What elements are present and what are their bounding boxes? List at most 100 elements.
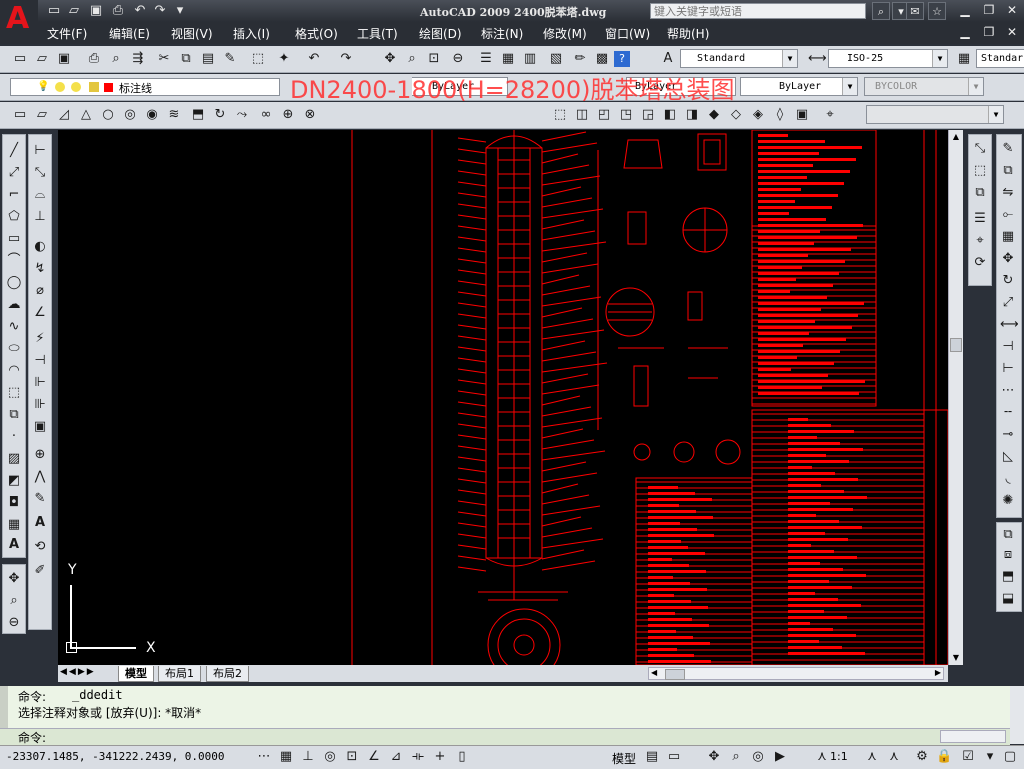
view-iso-icon[interactable]: ◨ [684, 107, 700, 123]
auto-scale-icon[interactable]: ⋏ [886, 749, 902, 765]
zoom-previous-icon[interactable]: ⊖ [450, 51, 466, 67]
region-icon[interactable]: ◘ [6, 495, 22, 511]
inspection-icon[interactable]: ⋀ [32, 469, 48, 485]
annotation-scale-icon[interactable]: ⋏ [814, 749, 830, 765]
properties-icon[interactable]: ☰ [478, 51, 494, 67]
pan-status-icon[interactable]: ✥ [706, 749, 722, 765]
view-sw-icon[interactable]: ◊ [772, 107, 788, 123]
list-icon[interactable]: ☰ [972, 211, 988, 227]
continue-icon[interactable]: ⊩ [32, 375, 48, 391]
tolerance-icon[interactable]: ▣ [32, 419, 48, 435]
open-folder-icon[interactable]: ▱ [66, 3, 82, 19]
undo-icon[interactable]: ↶ [132, 3, 148, 19]
point-icon[interactable]: · [6, 429, 22, 445]
helix-icon[interactable]: ≋ [166, 107, 182, 123]
menu-view[interactable]: 视图(V) [171, 25, 213, 42]
showmotion-icon[interactable]: ▶ [772, 749, 788, 765]
cone-icon[interactable]: △ [78, 107, 94, 123]
close-button[interactable]: ✕ [1001, 2, 1023, 19]
design-center-icon[interactable]: ▦ [500, 51, 516, 67]
bring-to-front-icon[interactable]: ⧉ [1000, 527, 1016, 543]
drawing-canvas[interactable]: Y X [58, 130, 948, 665]
model-space-toggle[interactable]: 模型 [612, 750, 636, 767]
clean-screen-icon[interactable]: ☑ [960, 749, 976, 765]
menu-format[interactable]: 格式(O) [295, 25, 338, 42]
array-icon[interactable]: ▦ [1000, 229, 1016, 245]
text-style-dropdown[interactable]: Standard ▼ [680, 49, 798, 68]
search-input[interactable]: 键入关键字或短语 [650, 3, 866, 19]
paste-icon[interactable]: ▤ [200, 51, 216, 67]
view-nw-icon[interactable]: ◇ [728, 107, 744, 123]
area-icon[interactable]: ⬚ [972, 163, 988, 179]
make-block-icon[interactable]: ⧉ [6, 407, 22, 423]
lineweight-dropdown[interactable]: ByLayer ▼ [740, 77, 858, 96]
minimize-button[interactable]: ▁ [954, 2, 976, 19]
menu-file[interactable]: 文件(F) [47, 25, 87, 42]
rotate-icon[interactable]: ↻ [1000, 273, 1016, 289]
dimension-edit-icon[interactable]: ✎ [32, 491, 48, 507]
fullscreen-icon[interactable]: ▢ [1002, 749, 1018, 765]
new-file-icon[interactable]: ▭ [46, 3, 62, 19]
menu-edit[interactable]: 编辑(E) [109, 25, 150, 42]
union-icon[interactable]: ∞ [258, 107, 274, 123]
locate-point-icon[interactable]: ⌖ [972, 233, 988, 249]
layout-paper-icon[interactable]: ▭ [666, 749, 682, 765]
break-at-point-icon[interactable]: ⋯ [1000, 383, 1016, 399]
steering-wheel-icon[interactable]: ◎ [750, 749, 766, 765]
rectangle-icon[interactable]: ▭ [6, 231, 22, 247]
box-icon[interactable]: ▱ [34, 107, 50, 123]
dynamic-input-icon[interactable]: ⟛ [410, 749, 426, 765]
qnew-icon[interactable]: ▭ [12, 51, 28, 67]
jogged-icon[interactable]: ↯ [32, 261, 48, 277]
revision-cloud-icon[interactable]: ☁ [6, 297, 22, 313]
copy-object-icon[interactable]: ⧉ [1000, 163, 1016, 179]
open-icon[interactable]: ▱ [34, 51, 50, 67]
zoom-realtime-icon[interactable]: ⌕ [404, 51, 420, 67]
lineweight-icon[interactable]: + [432, 749, 448, 765]
doc-close-button[interactable]: ✕ [1001, 24, 1023, 41]
h-scroll-thumb[interactable] [665, 669, 685, 680]
conceptual-icon[interactable]: ◲ [640, 107, 656, 123]
menu-help[interactable]: 帮助(H) [667, 25, 709, 42]
tab-layout1[interactable]: 布局1 [158, 666, 201, 682]
pan-icon[interactable]: ✥ [6, 571, 22, 587]
region-mass-icon[interactable]: ⟳ [972, 255, 988, 271]
annotation-visibility-icon[interactable]: ⋏ [864, 749, 880, 765]
cut-icon[interactable]: ✂ [156, 51, 172, 67]
aligned-dimension-icon[interactable]: ⤡ [32, 165, 48, 181]
circle-icon[interactable]: ◯ [6, 275, 22, 291]
zoom-icon[interactable]: ⌕ [6, 593, 22, 609]
print-icon[interactable]: ⎙ [110, 3, 126, 19]
command-line-input[interactable]: 命令: [0, 728, 1010, 745]
status-tray-menu-icon[interactable]: ▾ [982, 749, 998, 765]
table-style-icon[interactable]: ▦ [956, 51, 972, 67]
menu-dimension[interactable]: 标注(N) [481, 25, 523, 42]
send-to-back-icon[interactable]: ⧈ [1000, 547, 1016, 563]
radius-icon[interactable]: ◐ [32, 239, 48, 255]
subtract-icon[interactable]: ⊕ [280, 107, 296, 123]
scroll-right-icon[interactable]: ▶ [935, 668, 941, 677]
angular-icon[interactable]: ∠ [32, 305, 48, 321]
horizontal-scrollbar[interactable]: ◀ ▶ [648, 667, 944, 680]
menu-draw[interactable]: 绘图(D) [419, 25, 462, 42]
tab-model[interactable]: 模型 [118, 666, 154, 682]
mirror-icon[interactable]: ⇋ [1000, 185, 1016, 201]
insert-block-icon[interactable]: ⬚ [6, 385, 22, 401]
baseline-icon[interactable]: ⊣ [32, 353, 48, 369]
2d-wireframe-icon[interactable]: ⬚ [552, 107, 568, 123]
view-front-icon[interactable]: ◧ [662, 107, 678, 123]
restore-button[interactable]: ❐ [978, 2, 1000, 19]
hatch-icon[interactable]: ▨ [6, 451, 22, 467]
help-icon[interactable]: ? [614, 51, 630, 67]
line-icon[interactable]: ╱ [6, 143, 22, 159]
undo-icon[interactable]: ↶ [306, 51, 322, 67]
object-snap-icon[interactable]: ⊡ [344, 749, 360, 765]
menu-insert[interactable]: 插入(I) [233, 25, 270, 42]
zoom-status-icon[interactable]: ⌕ [728, 749, 744, 765]
tools-icon[interactable]: ✉ [906, 2, 924, 20]
quick-properties-icon[interactable]: ▯ [454, 749, 470, 765]
ellipse-icon[interactable]: ⬭ [6, 341, 22, 357]
menu-modify[interactable]: 修改(M) [543, 25, 587, 42]
scroll-up-icon[interactable]: ▲ [949, 130, 963, 144]
command-scrollbar[interactable] [1010, 686, 1024, 744]
